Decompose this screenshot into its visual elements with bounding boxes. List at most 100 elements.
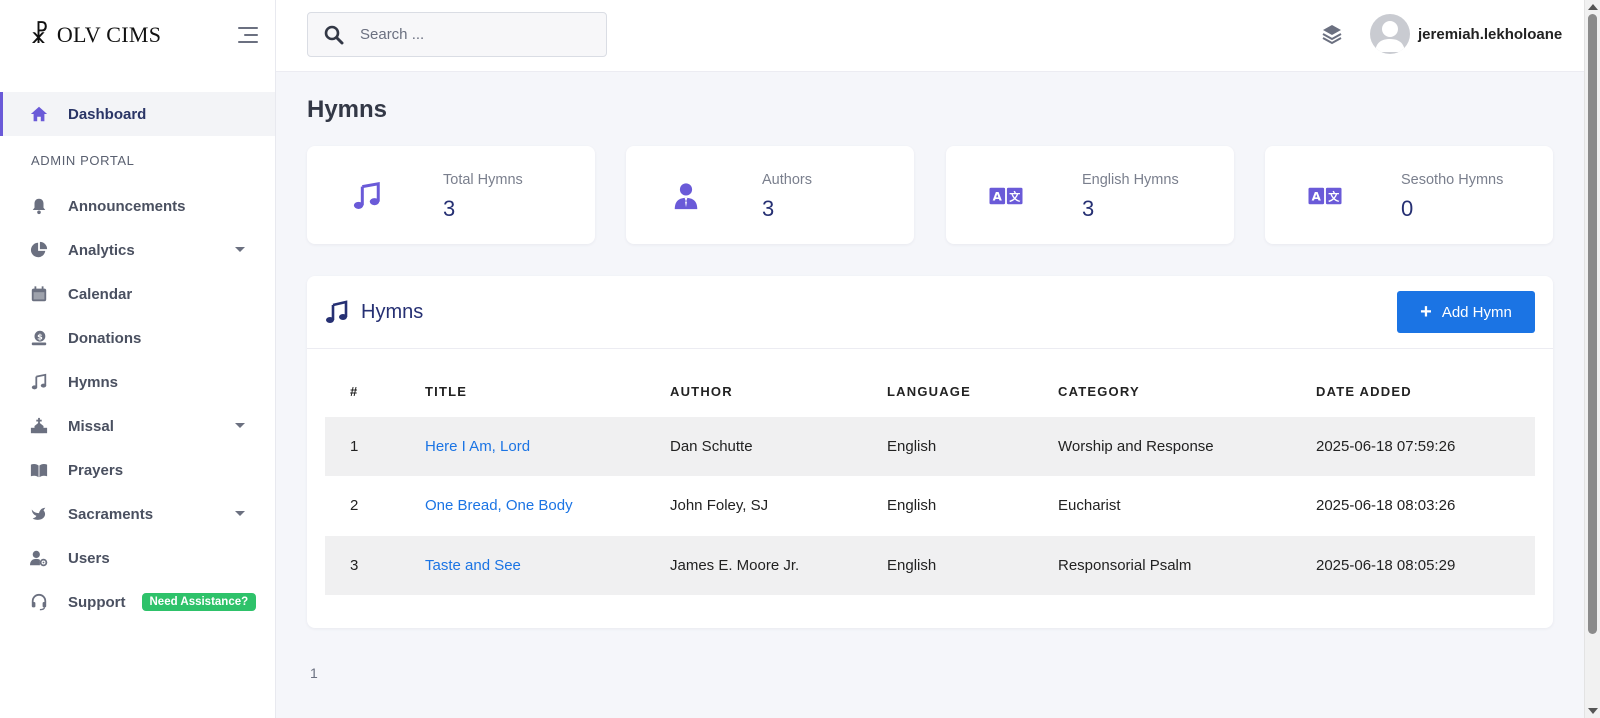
table-row: 1 Here I Am, Lord Dan Schutte English Wo… (325, 417, 1535, 476)
cell-date-added: 2025-06-18 07:59:26 (1316, 438, 1456, 455)
svg-text:A: A (1312, 190, 1322, 204)
stat-label: Authors (762, 172, 812, 188)
chi-rho-icon: ☧ (30, 21, 49, 49)
sidebar-item-donations[interactable]: $ Donations (0, 316, 275, 360)
svg-text:A: A (993, 190, 1003, 204)
menu-toggle-icon[interactable] (236, 26, 258, 44)
sidebar-item-support[interactable]: Support Need Assistance? (0, 580, 275, 624)
cell-category: Worship and Response (1058, 438, 1214, 455)
page-title: Hymns (307, 96, 388, 123)
sidebar-item-sacraments[interactable]: Sacraments (0, 492, 275, 536)
sidebar-item-label: Prayers (68, 461, 124, 479)
hymns-table-card: Hymns + Add Hymn # TITLE AUTHOR LANGUAGE… (307, 276, 1553, 628)
sidebar-item-label: Calendar (68, 285, 133, 303)
svg-text:文: 文 (1009, 190, 1021, 204)
table-row: 3 Taste and See James E. Moore Jr. Engli… (325, 536, 1535, 595)
sidebar-item-label: Missal (68, 417, 114, 435)
brand-logo[interactable]: ☧ OLV CIMS (30, 20, 161, 50)
add-hymn-button[interactable]: + Add Hymn (1397, 291, 1535, 333)
cell-language: English (887, 438, 937, 455)
stat-label: English Hymns (1082, 172, 1179, 188)
stat-value: 3 (762, 196, 775, 221)
sidebar-item-hymns[interactable]: Hymns (0, 360, 275, 404)
cell-number: 2 (350, 497, 359, 514)
page-scrollbar[interactable] (1584, 0, 1600, 718)
stat-label: Total Hymns (443, 172, 523, 188)
hymn-title-link[interactable]: One Bread, One Body (425, 497, 573, 514)
cell-category: Eucharist (1058, 497, 1121, 514)
sidebar-item-label: Hymns (68, 373, 119, 391)
cell-language: English (887, 497, 937, 514)
column-header-date-added[interactable]: DATE ADDED (1316, 384, 1412, 399)
sidebar-item-users[interactable]: Users (0, 536, 275, 580)
sidebar-item-calendar[interactable]: Calendar (0, 272, 275, 316)
stat-card-english-hymns: A文 English Hymns 3 (946, 146, 1234, 244)
table-header: # TITLE AUTHOR LANGUAGE CATEGORY DATE AD… (325, 372, 1535, 412)
cell-author: Dan Schutte (670, 438, 753, 455)
pie-chart-icon (28, 240, 50, 260)
chevron-down-icon (235, 247, 245, 252)
donation-icon: $ (28, 328, 50, 348)
column-header-author[interactable]: AUTHOR (670, 384, 733, 399)
stat-value: 3 (443, 196, 456, 221)
svg-text:文: 文 (1328, 190, 1340, 204)
search-input[interactable] (360, 26, 600, 43)
user-cog-icon (28, 548, 50, 568)
music-note-icon (28, 372, 50, 392)
cell-language: English (887, 557, 937, 574)
sidebar-item-label: Sacraments (68, 505, 154, 523)
sidebar-item-announcements[interactable]: Announcements (0, 184, 275, 228)
card-title: Hymns (361, 301, 424, 323)
sidebar-item-missal[interactable]: Missal (0, 404, 275, 448)
user-menu[interactable]: jeremiah.lekholoane (1370, 14, 1562, 54)
sidebar-nav: Dashboard ADMIN PORTAL Announcements Ana… (0, 92, 275, 624)
music-note-icon (349, 178, 385, 214)
sidebar-item-analytics[interactable]: Analytics (0, 228, 275, 272)
hymn-title-link[interactable]: Taste and See (425, 557, 521, 574)
language-icon: A文 (1307, 178, 1343, 214)
dove-icon (28, 504, 50, 524)
cell-number: 1 (350, 438, 359, 455)
hymn-title-link[interactable]: Here I Am, Lord (425, 438, 530, 455)
sidebar: ☧ OLV CIMS Dashboard ADMIN PORTAL Announ… (0, 0, 276, 718)
sidebar-item-label: Analytics (68, 241, 135, 259)
sidebar-item-label: Announcements (68, 197, 186, 215)
music-note-icon (326, 300, 348, 323)
user-tie-icon (668, 178, 704, 214)
column-header-number[interactable]: # (350, 384, 358, 399)
plus-icon: + (1420, 301, 1432, 323)
cell-date-added: 2025-06-18 08:03:26 (1316, 497, 1456, 514)
scroll-down-icon[interactable] (1588, 708, 1598, 714)
scrollbar-thumb[interactable] (1588, 14, 1597, 634)
scroll-up-icon[interactable] (1588, 4, 1598, 10)
book-icon (28, 460, 50, 480)
sidebar-item-prayers[interactable]: Prayers (0, 448, 275, 492)
column-header-language[interactable]: LANGUAGE (887, 384, 971, 399)
column-header-category[interactable]: CATEGORY (1058, 384, 1140, 399)
language-icon: A文 (988, 178, 1024, 214)
card-header: Hymns + Add Hymn (307, 276, 1553, 349)
cell-author: John Foley, SJ (670, 497, 769, 514)
search-box[interactable] (307, 12, 607, 57)
cell-number: 3 (350, 557, 359, 574)
sidebar-item-label: Support (68, 593, 126, 611)
table-row: 2 One Bread, One Body John Foley, SJ Eng… (325, 476, 1535, 535)
chevron-down-icon (235, 423, 245, 428)
pagination-page[interactable]: 1 (310, 665, 318, 681)
stat-value: 0 (1401, 196, 1414, 221)
stat-card-total-hymns: Total Hymns 3 (307, 146, 595, 244)
church-icon (28, 416, 50, 436)
search-icon (324, 25, 344, 44)
stat-value: 3 (1082, 196, 1095, 221)
username: jeremiah.lekholoane (1418, 25, 1563, 43)
stat-card-authors: Authors 3 (626, 146, 914, 244)
layers-icon[interactable] (1320, 22, 1344, 46)
need-assistance-badge[interactable]: Need Assistance? (141, 593, 257, 611)
section-title-admin-portal: ADMIN PORTAL (31, 152, 135, 168)
avatar (1370, 14, 1410, 54)
bell-icon (28, 196, 50, 216)
column-header-title[interactable]: TITLE (425, 384, 467, 399)
add-hymn-label: Add Hymn (1441, 303, 1512, 321)
cell-date-added: 2025-06-18 08:05:29 (1316, 557, 1456, 574)
sidebar-item-dashboard[interactable]: Dashboard (0, 92, 275, 136)
